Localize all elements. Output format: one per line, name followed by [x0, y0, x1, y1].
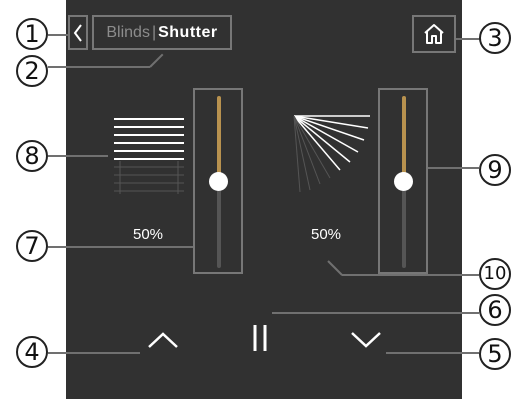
slider-knob[interactable]: [394, 172, 413, 191]
leader-line: [456, 38, 480, 40]
angle-slider[interactable]: [378, 88, 428, 274]
slider-fill: [402, 96, 406, 182]
pause-icon: [253, 325, 267, 351]
leader-line: [428, 167, 479, 169]
leader-line: [48, 246, 193, 248]
tab-blinds[interactable]: Blinds: [106, 24, 150, 42]
leader-line: [48, 34, 68, 36]
slider-knob[interactable]: [209, 172, 228, 191]
callout-10: 10: [479, 258, 511, 290]
leader-line: [272, 312, 479, 314]
leader-line: [48, 155, 108, 157]
blind-slats-icon: [114, 118, 184, 194]
callout-3: 3: [479, 22, 511, 54]
angle-value: 50%: [311, 226, 342, 243]
callout-8: 8: [16, 140, 48, 172]
callout-6: 6: [479, 294, 511, 326]
tab-separator: |: [151, 23, 157, 41]
leader-line: [48, 352, 140, 354]
chevron-down-icon: [351, 332, 381, 348]
callout-5: 5: [479, 338, 511, 370]
down-button[interactable]: [343, 322, 389, 358]
callout-7: 7: [16, 230, 48, 262]
slider-track: [402, 182, 406, 268]
callout-2: 2: [16, 55, 48, 87]
back-button[interactable]: [68, 15, 88, 50]
home-button[interactable]: [412, 15, 456, 53]
chevron-up-icon: [148, 332, 178, 348]
callout-4: 4: [16, 336, 48, 368]
tab-bar: Blinds | Shutter: [92, 15, 232, 50]
slider-fill: [217, 96, 221, 182]
callout-1: 1: [16, 18, 48, 50]
home-icon: [424, 24, 444, 44]
leader-line: [342, 274, 479, 276]
stop-button[interactable]: [242, 318, 278, 358]
tab-shutter[interactable]: Shutter: [158, 24, 218, 42]
chevron-left-icon: [73, 23, 82, 42]
leader-line: [48, 66, 150, 68]
slider-track: [217, 182, 221, 268]
up-button[interactable]: [140, 322, 186, 358]
position-value: 50%: [133, 226, 164, 243]
leader-line: [386, 352, 479, 354]
callout-9: 9: [479, 154, 511, 186]
slat-angle-icon: [293, 115, 370, 193]
position-slider[interactable]: [193, 88, 243, 274]
